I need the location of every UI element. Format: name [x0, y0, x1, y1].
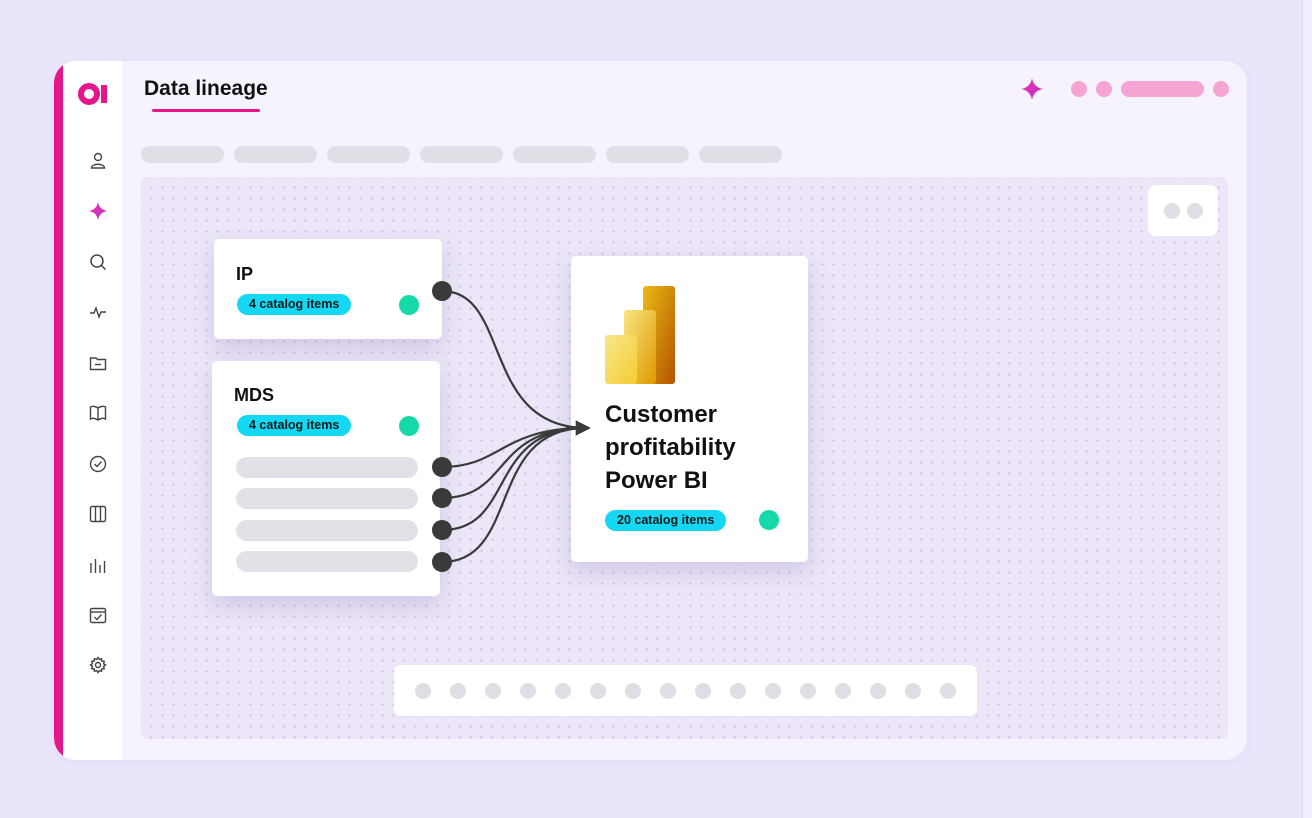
view-toggle[interactable] [1148, 185, 1218, 236]
catalog-items-badge[interactable]: 4 catalog items [237, 415, 352, 436]
nav-user-icon[interactable] [88, 150, 108, 170]
header-placeholder-dot[interactable] [1071, 81, 1087, 97]
edge-mds-row4 [441, 426, 587, 564]
nav-bar-chart-icon[interactable] [88, 555, 108, 575]
nav-check-circle-icon[interactable] [88, 454, 108, 474]
toolbar-placeholder[interactable] [590, 682, 606, 699]
tab-placeholder[interactable] [513, 146, 596, 163]
status-indicator [759, 510, 779, 530]
toolbar-placeholder[interactable] [520, 682, 536, 699]
nav-columns-icon[interactable] [88, 504, 108, 524]
toolbar-placeholder[interactable] [870, 682, 886, 699]
toolbar-placeholder[interactable] [730, 682, 746, 699]
toolbar-placeholder[interactable] [940, 682, 956, 699]
status-indicator [399, 295, 419, 315]
power-bi-logo-icon [605, 286, 675, 384]
toolbar-placeholder[interactable] [835, 682, 851, 699]
lineage-canvas[interactable]: IP 4 catalog items MDS 4 catalog items C… [141, 177, 1228, 739]
nav-sparkle-icon[interactable] [88, 201, 108, 221]
node-card-mds[interactable]: MDS 4 catalog items [212, 361, 440, 596]
window-edge [1302, 0, 1312, 818]
toggle-option[interactable] [1163, 202, 1180, 219]
nav-search-icon[interactable] [88, 252, 108, 272]
node-title: IP [236, 264, 254, 284]
tab-placeholder[interactable] [327, 146, 410, 163]
edge-mds-row1 [441, 426, 587, 469]
node-title: MDS [234, 385, 274, 405]
column-placeholder[interactable] [236, 551, 418, 572]
sidebar [54, 61, 122, 760]
toolbar-placeholder[interactable] [485, 682, 501, 699]
node-title: Customer profitability Power BI [605, 401, 736, 494]
node-card-ip[interactable]: IP 4 catalog items [214, 239, 442, 339]
header-placeholder-dot[interactable] [1096, 81, 1112, 97]
nav-calendar-check-icon[interactable] [88, 605, 108, 625]
page-title: Data lineage [144, 77, 268, 100]
toolbar-placeholder[interactable] [415, 682, 431, 699]
app-logo[interactable] [78, 79, 110, 109]
tab-placeholder[interactable] [606, 146, 689, 163]
toolbar-placeholder[interactable] [450, 682, 466, 699]
tab-placeholder[interactable] [420, 146, 503, 163]
node-card-powerbi[interactable]: Customer profitability Power BI 20 catal… [571, 256, 808, 562]
toolbar-placeholder[interactable] [695, 682, 711, 699]
catalog-items-badge[interactable]: 4 catalog items [237, 294, 352, 315]
status-indicator [399, 416, 419, 436]
toolbar-placeholder[interactable] [660, 682, 676, 699]
tab-placeholder[interactable] [234, 146, 317, 163]
ai-sparkle-icon[interactable] [1020, 77, 1044, 101]
nav-book-icon[interactable] [88, 403, 108, 423]
toolbar-placeholder[interactable] [905, 682, 921, 699]
header-placeholder-dot[interactable] [1213, 81, 1229, 97]
toolbar-placeholder[interactable] [555, 682, 571, 699]
column-placeholder[interactable] [236, 488, 418, 509]
toolbar-placeholder[interactable] [800, 682, 816, 699]
column-placeholder[interactable] [236, 457, 418, 478]
edge-mds-row3 [441, 426, 587, 532]
nav-settings-icon[interactable] [88, 655, 108, 675]
nav-folder-icon[interactable] [88, 353, 108, 373]
edge-ip-to-powerbi [441, 289, 587, 430]
edge-mds-row2 [441, 426, 587, 500]
tab-bar [141, 146, 782, 163]
catalog-items-badge[interactable]: 20 catalog items [605, 510, 727, 531]
canvas-toolbar [394, 665, 977, 716]
app-window: Data lineage IP 4 catalog items MDS 4 ca… [54, 61, 1247, 760]
tab-placeholder[interactable] [141, 146, 224, 163]
tab-placeholder[interactable] [699, 146, 782, 163]
header-placeholder-bar[interactable] [1121, 81, 1204, 97]
toolbar-placeholder[interactable] [765, 682, 781, 699]
nav-activity-icon[interactable] [88, 302, 108, 322]
header-actions [1020, 77, 1229, 101]
toggle-option[interactable] [1186, 202, 1203, 219]
toolbar-placeholder[interactable] [625, 682, 641, 699]
title-underline [152, 109, 260, 112]
column-placeholder[interactable] [236, 520, 418, 541]
